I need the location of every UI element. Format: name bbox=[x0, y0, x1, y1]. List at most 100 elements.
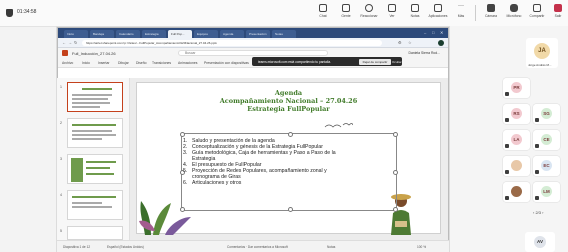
meeting-toolbar: 01:34:58 Chat Gente Reaccionar Ver Notas… bbox=[0, 0, 568, 27]
avatar bbox=[511, 160, 522, 171]
menu-animaciones[interactable]: Animaciones bbox=[178, 61, 197, 65]
participant-tile[interactable] bbox=[503, 156, 530, 176]
hide-notification-button[interactable]: Ocultar bbox=[392, 59, 402, 65]
microphone-off-icon bbox=[505, 92, 509, 96]
search-input[interactable]: Buscar bbox=[178, 50, 328, 56]
address-bar[interactable]: https://airtel.sharepoint.com/:p:/r/site… bbox=[82, 39, 382, 46]
minimize-icon[interactable]: – bbox=[424, 30, 426, 35]
maximize-icon[interactable]: □ bbox=[432, 30, 434, 35]
menu-diseno[interactable]: Diseño bbox=[136, 61, 147, 65]
slide-thumbnail[interactable]: 4 bbox=[60, 190, 123, 220]
view-icon bbox=[388, 4, 396, 12]
microphone-off-icon bbox=[505, 170, 509, 174]
slide-thumbnail[interactable]: 2 bbox=[60, 118, 123, 148]
browser-tab[interactable]: Bandeja bbox=[90, 30, 114, 38]
file-name[interactable]: Full_Inducción_27.04.26 bbox=[72, 51, 116, 56]
avatar: LA bbox=[511, 134, 522, 145]
microphone-off-icon bbox=[535, 144, 539, 148]
menu-archivo[interactable]: Archivo bbox=[62, 61, 73, 65]
browser-tab[interactable]: Equipos bbox=[194, 30, 218, 38]
more-button[interactable]: ··· Más bbox=[450, 3, 472, 18]
user-name[interactable]: Daniela Sierra Rod... bbox=[409, 51, 440, 55]
slide-thumbnail[interactable]: 3 bbox=[60, 154, 123, 184]
browser-tab[interactable]: Agenda bbox=[220, 30, 244, 38]
notes-toggle[interactable]: Notas bbox=[327, 245, 335, 249]
browser-tab-active[interactable]: Full Pop... bbox=[168, 30, 192, 38]
close-icon[interactable]: ✕ bbox=[440, 30, 443, 35]
avatar: PR bbox=[511, 82, 522, 93]
browser-tab-bar: Inicio Bandeja Calendario Estrategia Ful… bbox=[58, 28, 448, 38]
participant-tile[interactable]: LM bbox=[533, 182, 560, 202]
participant-tile[interactable] bbox=[503, 182, 530, 202]
featured-participant-tile[interactable]: JA Jorge Andrés M... bbox=[526, 38, 558, 68]
slide-thumbnail[interactable]: 1 bbox=[60, 82, 123, 112]
browser-tab[interactable]: Inicio bbox=[64, 30, 88, 38]
slide-thumbnail-pane: 1 2 3 4 5 bbox=[57, 78, 130, 240]
resize-handle[interactable] bbox=[288, 207, 293, 212]
slide-subtitle[interactable]: Acompañamiento Nacional – 27.04.26 bbox=[137, 97, 440, 105]
star-icon[interactable]: ☆ bbox=[408, 40, 412, 45]
zoom-level[interactable]: 100 % bbox=[417, 245, 426, 249]
microphone-button[interactable]: Micrófono bbox=[503, 4, 525, 18]
address-bar-row: ← → ↻ https://airtel.sharepoint.com/:p:/… bbox=[58, 38, 448, 48]
browser-tab[interactable]: Presentación bbox=[246, 30, 270, 38]
share-button[interactable]: Compartir bbox=[526, 4, 548, 18]
notes-button[interactable]: Notas bbox=[404, 4, 426, 18]
resize-handle[interactable] bbox=[180, 132, 185, 137]
view-button[interactable]: Ver bbox=[381, 4, 403, 18]
menu-insertar[interactable]: Insertar bbox=[98, 61, 110, 65]
forward-icon[interactable]: → bbox=[68, 40, 72, 45]
browser-tab[interactable]: Calendario bbox=[116, 30, 140, 38]
avatar: EC bbox=[541, 160, 552, 171]
notes-icon bbox=[411, 4, 419, 12]
menu-presentacion[interactable]: Presentación con diapositivas bbox=[204, 61, 249, 65]
browser-tab[interactable]: Notas bbox=[272, 30, 296, 38]
powerpoint-logo-icon bbox=[62, 50, 68, 56]
participant-tile[interactable]: PR bbox=[503, 78, 530, 98]
screen-share-notification: teams.microsoft.com está compartiendo tu… bbox=[252, 57, 402, 66]
back-icon[interactable]: ← bbox=[62, 40, 66, 45]
participants-pager[interactable]: ‹ 2/3 › bbox=[533, 210, 543, 215]
avatar: RS bbox=[511, 108, 522, 119]
people-button[interactable]: Gente bbox=[335, 4, 357, 18]
participant-tile[interactable]: CE bbox=[533, 130, 560, 150]
meeting-timer: 01:34:58 bbox=[17, 9, 37, 15]
chat-icon bbox=[319, 4, 327, 12]
slide-thumbnail[interactable]: 5 bbox=[60, 226, 123, 240]
participant-name: Jorge Andrés M... bbox=[528, 63, 552, 67]
stop-sharing-button[interactable]: Dejar de compartir bbox=[359, 58, 391, 65]
resize-handle[interactable] bbox=[393, 132, 398, 137]
participant-tile[interactable]: RS bbox=[503, 104, 530, 124]
extension-icon[interactable]: ⚙ bbox=[398, 40, 402, 45]
microphone-off-icon bbox=[535, 118, 539, 122]
resize-handle[interactable] bbox=[393, 170, 398, 175]
menu-inicio[interactable]: Inicio bbox=[82, 61, 90, 65]
resize-handle[interactable] bbox=[393, 207, 398, 212]
participant-tile[interactable]: EC bbox=[533, 156, 560, 176]
self-view-tile[interactable]: AV bbox=[525, 232, 555, 252]
participant-tile[interactable]: SG bbox=[533, 104, 560, 124]
language-status[interactable]: Español (Estados Unidos) bbox=[107, 245, 144, 249]
apps-button[interactable]: Aplicaciones bbox=[427, 4, 449, 18]
browser-tab[interactable]: Estrategia bbox=[142, 30, 166, 38]
current-slide[interactable]: Agenda Acompañamiento Nacional – 27.04.2… bbox=[136, 82, 441, 235]
status-bar: Diapositiva 1 de 12 Español (Estados Uni… bbox=[57, 240, 449, 252]
leave-button[interactable]: Salir bbox=[549, 4, 567, 18]
microphone-off-icon bbox=[505, 196, 509, 200]
resize-handle[interactable] bbox=[180, 207, 185, 212]
menu-dibujar[interactable]: Dibujar bbox=[118, 61, 129, 65]
reload-icon[interactable]: ↻ bbox=[74, 40, 77, 45]
toolbar-divider bbox=[475, 5, 476, 21]
feedback-link[interactable]: Comentarios · Dar comentarios a Microsof… bbox=[227, 245, 288, 249]
react-button[interactable]: Reaccionar bbox=[358, 4, 380, 18]
slide-subtitle[interactable]: Estrategia FullPopular bbox=[137, 105, 440, 113]
slide-title[interactable]: Agenda bbox=[137, 89, 440, 97]
chat-button[interactable]: Chat bbox=[312, 4, 334, 18]
participant-tile[interactable]: LA bbox=[503, 130, 530, 150]
leave-icon bbox=[554, 4, 562, 12]
menu-transiciones[interactable]: Transiciones bbox=[152, 61, 171, 65]
resize-handle[interactable] bbox=[288, 132, 293, 137]
agenda-list[interactable]: 1. Saludo y presentación de la agenda 2. C… bbox=[183, 138, 336, 186]
profile-avatar[interactable] bbox=[438, 39, 444, 46]
camera-button[interactable]: Cámara bbox=[480, 4, 502, 18]
